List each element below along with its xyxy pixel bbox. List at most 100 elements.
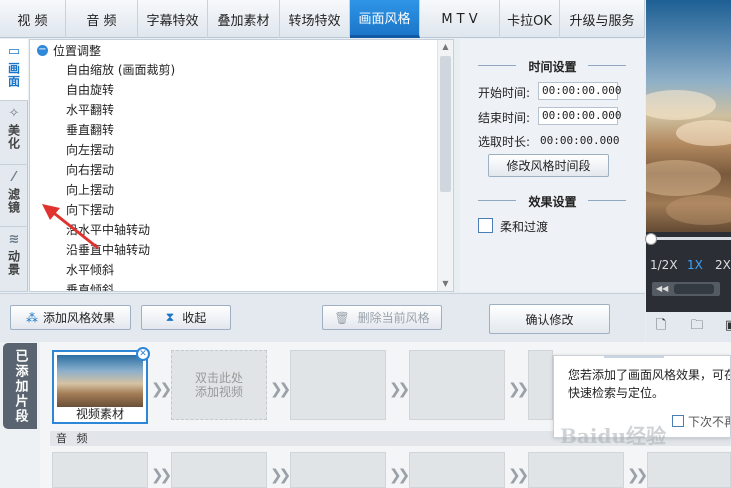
scroll-thumb[interactable]	[440, 56, 451, 192]
sparkle-wand-icon: ⁄	[12, 170, 16, 185]
delete-style-button[interactable]: 🗑 删除当前风格	[322, 305, 442, 330]
duration-value: 00:00:00.000	[540, 134, 620, 147]
list-item[interactable]: 向右摆动	[30, 160, 453, 180]
audio-slot[interactable]	[528, 452, 624, 488]
modify-time-button[interactable]: 修改风格时间段	[488, 154, 609, 177]
magic-wand-icon: ⁂	[25, 310, 38, 325]
chevron-right-icon: ❯❯	[151, 466, 172, 484]
tab-mtv[interactable]: M T V	[420, 0, 500, 38]
audio-slot[interactable]	[171, 452, 267, 488]
collapse-button[interactable]: ⧗ 收起	[141, 305, 231, 330]
smooth-transition-label: 柔和过渡	[500, 220, 549, 234]
progress-knob[interactable]	[645, 233, 657, 245]
collapse-icon: ⧗	[165, 310, 175, 324]
end-time-label: 结束时间:	[478, 111, 531, 125]
start-time-label: 开始时间:	[478, 86, 531, 100]
scroll-down-icon[interactable]: ▼	[438, 277, 453, 291]
tooltip-text: 您若添加了画面风格效果，可在 快速检索与定位。	[568, 368, 731, 400]
list-item[interactable]: 水平倾斜	[30, 260, 453, 280]
divider	[588, 65, 626, 66]
speed-double-button[interactable]: 2X	[715, 258, 731, 272]
collapse-minus-icon[interactable]: −	[37, 44, 48, 56]
list-item[interactable]: 自由旋转	[30, 80, 453, 100]
chevron-right-icon: ❯❯	[389, 380, 410, 398]
dont-show-again-label: 下次不再	[688, 415, 730, 429]
tab-subtitle-effects[interactable]: 字幕特效	[138, 0, 208, 38]
wand-icon: ✧	[8, 106, 20, 121]
chevron-right-icon: ❯❯	[627, 466, 648, 484]
tab-audio[interactable]: 音 频	[66, 0, 138, 38]
divider	[588, 200, 626, 201]
list-item[interactable]: 水平翻转	[30, 100, 453, 120]
new-file-icon[interactable]: 🗋	[652, 318, 670, 334]
tooltip-pointer	[604, 356, 664, 358]
empty-slot[interactable]	[528, 350, 553, 420]
chevron-right-icon: ❯❯	[270, 380, 291, 398]
chevron-right-icon: ❯❯	[508, 380, 529, 398]
dont-show-again-checkbox[interactable]	[672, 415, 684, 427]
video-clip[interactable]: 视频素材	[52, 350, 148, 424]
side-tab-bar: ▭ 画面 ✧ 美化 ⁄ 滤镜 ≋ 动景	[0, 39, 28, 292]
speed-normal-button[interactable]: 1X	[687, 258, 703, 272]
clip-thumbnail	[57, 355, 143, 407]
watermark: Baidu经验	[560, 424, 666, 448]
duration-label: 选取时长:	[478, 135, 531, 149]
side-tab-filter[interactable]: ⁄ 滤镜	[0, 165, 28, 227]
audio-slot[interactable]	[647, 452, 731, 488]
empty-slot[interactable]	[290, 350, 386, 420]
group-header[interactable]: − 位置调整	[30, 40, 453, 60]
audio-slot[interactable]	[409, 452, 505, 488]
rewind-icon[interactable]: ◀◀	[656, 284, 668, 293]
list-item[interactable]: 自由缩放 (画面裁剪)	[30, 60, 453, 80]
tab-overlay-materials[interactable]: 叠加素材	[208, 0, 280, 38]
jog-wheel[interactable]	[674, 284, 714, 294]
audio-slot[interactable]	[290, 452, 386, 488]
chevron-right-icon: ❯❯	[151, 380, 172, 398]
action-toolbar: ⁂ 添加风格效果 ⧗ 收起 🗑 删除当前风格 确认修改	[0, 293, 645, 342]
chevron-right-icon: ❯❯	[389, 466, 410, 484]
smooth-transition-checkbox[interactable]	[478, 218, 493, 233]
side-tab-picture[interactable]: ▭ 画面	[0, 39, 28, 101]
empty-slot[interactable]	[409, 350, 505, 420]
list-item[interactable]: 垂直倾斜	[30, 280, 453, 291]
tab-upgrade-service[interactable]: 升级与服务	[560, 0, 645, 38]
style-list: − 位置调整 自由缩放 (画面裁剪) 自由旋转 水平翻转 垂直翻转 向左摆动 向…	[29, 39, 454, 292]
player-controls: 1/2X 1X 2X	[645, 232, 731, 312]
list-item[interactable]: 垂直翻转	[30, 120, 453, 140]
add-video-slot[interactable]: 双击此处 添加视频	[171, 350, 267, 420]
side-tab-motion[interactable]: ≋ 动景	[0, 227, 28, 292]
start-time-field[interactable]: 00:00:00.000	[538, 82, 621, 100]
video-preview	[646, 0, 731, 232]
tab-video[interactable]: 视 频	[0, 0, 66, 38]
seek-control[interactable]: ◀◀	[652, 282, 720, 296]
time-settings-title: 时间设置	[528, 60, 577, 74]
list-scrollbar[interactable]: ▲ ▼	[437, 40, 453, 291]
added-clips-tab[interactable]: 已添加片段	[3, 343, 37, 429]
chevron-right-icon: ❯❯	[508, 466, 529, 484]
save-icon[interactable]: ▣	[722, 318, 731, 334]
top-tab-bar: 视 频 音 频 字幕特效 叠加素材 转场特效 画面风格 M T V 卡拉OK 升…	[0, 0, 645, 38]
group-label: 位置调整	[53, 43, 102, 58]
add-style-effect-button[interactable]: ⁂ 添加风格效果	[10, 305, 131, 330]
list-item[interactable]: 向左摆动	[30, 140, 453, 160]
wave-icon: ≋	[8, 232, 20, 247]
clip-caption: 视频素材	[75, 407, 124, 421]
close-icon[interactable]: ✕	[136, 347, 150, 361]
end-time-field[interactable]: 00:00:00.000	[538, 107, 621, 125]
scroll-up-icon[interactable]: ▲	[438, 40, 453, 54]
progress-bar[interactable]	[650, 237, 731, 240]
trash-icon: 🗑	[334, 310, 350, 325]
tab-transition-effects[interactable]: 转场特效	[280, 0, 350, 38]
side-tab-beautify[interactable]: ✧ 美化	[0, 101, 28, 165]
chevron-right-icon: ❯❯	[270, 466, 291, 484]
speed-half-button[interactable]: 1/2X	[650, 258, 678, 272]
audio-slot[interactable]	[52, 452, 148, 488]
open-folder-icon[interactable]: 🗀	[688, 318, 706, 334]
tab-picture-style[interactable]: 画面风格	[350, 0, 420, 38]
tab-karaoke[interactable]: 卡拉OK	[500, 0, 560, 38]
effect-settings-title: 效果设置	[528, 195, 577, 209]
preview-tools: 🗋 🗀 ▣	[646, 312, 731, 342]
film-icon: ▭	[7, 44, 21, 59]
settings-panel: 时间设置 开始时间: 00:00:00.000 结束时间: 00:00:00.0…	[460, 39, 645, 292]
confirm-modify-button[interactable]: 确认修改	[489, 304, 610, 334]
